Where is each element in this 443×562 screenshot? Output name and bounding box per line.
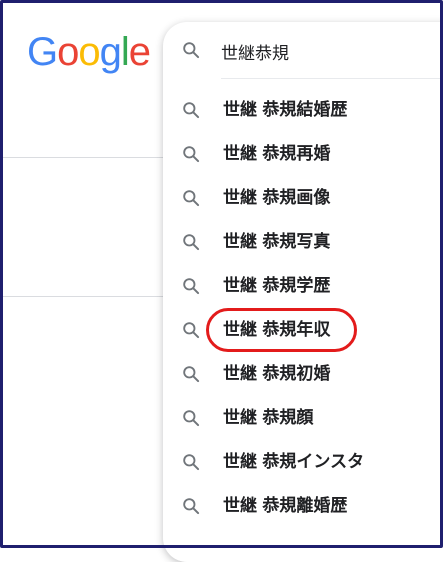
suggestion-query: 世継 <box>223 364 257 384</box>
suggestion-item[interactable]: 世継 恭規結婚歴 <box>163 88 443 132</box>
suggestion-query: 世継 <box>223 276 257 296</box>
logo-letter: l <box>120 30 130 74</box>
suggestion-query: 世継 <box>223 100 257 120</box>
suggestion-query: 世継 <box>223 408 257 428</box>
suggestion-item[interactable]: 世継 恭規写真 <box>163 220 443 264</box>
suggestion-completion: 恭規学歴 <box>262 276 331 296</box>
suggestion-text: 世継 恭規顔 <box>223 406 313 430</box>
search-icon <box>183 190 200 207</box>
search-icon <box>183 322 200 339</box>
suggestion-text: 世継 恭規初婚 <box>223 362 330 386</box>
suggestion-item[interactable]: 世継 恭規インスタ <box>163 440 443 484</box>
logo-letter: g <box>99 30 122 74</box>
suggestion-query: 世継 <box>223 232 257 252</box>
suggestion-query: 世継 <box>223 452 257 472</box>
suggestion-item[interactable]: 世継 恭規学歴 <box>163 264 443 308</box>
suggestion-query: 世継 <box>223 320 257 340</box>
page-divider-bottom <box>0 296 163 297</box>
google-logo[interactable]: Google <box>27 30 151 74</box>
suggestion-item[interactable]: 世継 恭規再婚 <box>163 132 443 176</box>
suggestion-text: 世継 恭規年収 <box>223 318 330 342</box>
suggestion-item[interactable]: 世継 恭規年収 <box>163 308 443 352</box>
suggestion-completion: 恭規写真 <box>262 232 331 252</box>
suggestion-completion: 恭規インスタ <box>262 452 365 472</box>
suggestion-completion: 恭規年収 <box>262 320 331 340</box>
search-icon <box>183 102 200 119</box>
search-icon <box>183 454 200 471</box>
suggestion-completion: 恭規離婚歴 <box>262 496 348 516</box>
suggestion-item[interactable]: 世継 恭規離婚歴 <box>163 484 443 528</box>
logo-letter: o <box>57 30 79 74</box>
logo-letter: G <box>27 30 58 74</box>
search-icon <box>183 366 200 383</box>
search-icon <box>183 42 200 59</box>
suggestion-item[interactable]: 世継 恭規画像 <box>163 176 443 220</box>
suggestion-completion: 恭規顔 <box>262 408 314 428</box>
search-icon <box>183 498 200 515</box>
suggestion-text: 世継 恭規画像 <box>223 186 330 210</box>
search-input[interactable] <box>221 38 421 64</box>
logo-letter: o <box>78 30 100 74</box>
search-icon <box>183 278 200 295</box>
suggestion-item[interactable]: 世継 恭規初婚 <box>163 352 443 396</box>
suggestion-completion: 恭規結婚歴 <box>262 100 348 120</box>
suggestion-list: 世継 恭規結婚歴 世継 恭規再婚 世継 恭規画像 世継 恭規写真 世継 恭規学歴 世継 恭… <box>163 88 443 528</box>
search-box[interactable] <box>163 22 443 78</box>
suggestion-query: 世継 <box>223 496 257 516</box>
suggestion-completion: 恭規初婚 <box>262 364 331 384</box>
page-divider-top <box>0 157 163 158</box>
suggestion-query: 世継 <box>223 144 257 164</box>
suggestion-completion: 恭規再婚 <box>262 144 331 164</box>
suggestion-query: 世継 <box>223 188 257 208</box>
suggestion-completion: 恭規画像 <box>262 188 331 208</box>
suggestion-item[interactable]: 世継 恭規顔 <box>163 396 443 440</box>
search-dropdown: 世継 恭規結婚歴世継 恭規再婚世継 恭規画像世継 恭規写真世継 恭規学歴世継 恭… <box>163 22 443 562</box>
suggestion-text: 世継 恭規写真 <box>223 230 330 254</box>
suggestion-text: 世継 恭規再婚 <box>223 142 330 166</box>
suggestion-text: 世継 恭規学歴 <box>223 274 330 298</box>
search-divider <box>221 78 443 79</box>
suggestion-text: 世継 恭規離婚歴 <box>223 494 347 518</box>
search-icon <box>183 146 200 163</box>
search-icon <box>183 410 200 427</box>
logo-letter: e <box>128 30 151 74</box>
search-icon <box>183 234 200 251</box>
suggestion-text: 世継 恭規結婚歴 <box>223 98 347 122</box>
suggestion-text: 世継 恭規インスタ <box>223 450 364 474</box>
